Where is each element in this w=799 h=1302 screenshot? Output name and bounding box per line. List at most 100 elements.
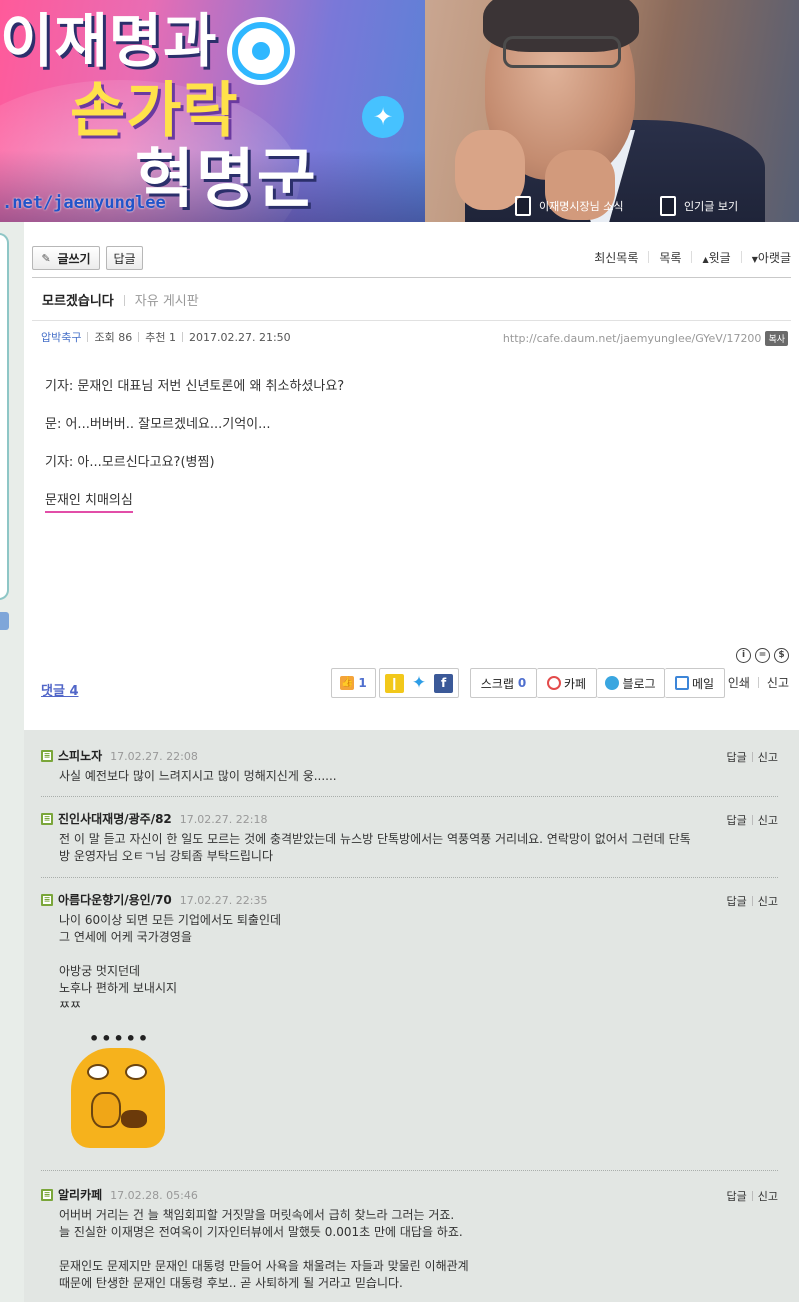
prev-post-link[interactable]: ▲윗글 (692, 249, 740, 266)
post-line: 기자: 문재인 대표님 저번 신년토론에 왜 취소하셨나요? (45, 379, 345, 394)
member-level-icon: ≡ (41, 813, 53, 825)
comment-report-link[interactable]: 신고 (758, 749, 778, 765)
comment-reply-link[interactable]: 답글 (727, 749, 747, 765)
comment-report-link[interactable]: 신고 (758, 812, 778, 828)
share-bar: 👍 1 ❙ ✦ f 스크랩 0 카페 블로그 메일 (331, 668, 725, 698)
facebook-icon[interactable]: f (434, 673, 454, 693)
cafe-icon (546, 676, 561, 690)
comment-body: 나이 60이상 되면 모든 기업에서도 퇴출인데 그 연세에 어케 국가경영을 … (59, 912, 778, 1148)
member-level-icon: ≡ (41, 894, 53, 906)
non-commercial-icon: $ (774, 648, 789, 663)
comment-reply-link[interactable]: 답글 (727, 812, 747, 828)
post-highlight-line: 문재인 치매의심 (45, 491, 133, 513)
share-blog-button[interactable]: 블로그 (597, 668, 665, 698)
book-icon (515, 196, 531, 216)
next-post-link[interactable]: ▼아랫글 (742, 249, 791, 266)
license-icons: i = $ (736, 648, 789, 663)
banner-link-popular[interactable]: 인기글 보기 (660, 196, 738, 216)
no-derivatives-icon: = (755, 648, 770, 663)
sidebar-panel-edge (0, 233, 9, 600)
report-link[interactable]: 신고 (767, 674, 789, 691)
print-link[interactable]: 인쇄 (728, 674, 750, 691)
comment-count-link[interactable]: 댓글 4 (41, 680, 79, 699)
post-line: 기자: 아...모르신다고요?(병찜) (45, 455, 215, 470)
post-view: ✎ 글쓰기 답글 최신목록 목록 ▲윗글 ▼아랫글 모르겠습니다 자유 게시판 압… (24, 222, 799, 1302)
twitter-bird-icon: ✦ (362, 96, 404, 138)
comment-author[interactable]: 스피노자 (58, 749, 102, 763)
comment-author[interactable]: 아름다운향기/용인/70 (58, 893, 172, 907)
comment-divider (41, 877, 778, 878)
pencil-icon: ✎ (41, 251, 51, 265)
comment-item: ≡ 알리카페 17.02.28. 05:46 답글 신고 어버버 거리는 건 늘 책… (41, 1186, 778, 1292)
book-icon (660, 196, 676, 216)
reply-button[interactable]: 답글 (106, 246, 143, 270)
comment-item: ≡ 진인사대재명/광주/82 17.02.27. 22:18 답글 신고 전 이 말… (41, 810, 778, 865)
recommend-count: 추천 1 (145, 331, 176, 344)
comment-author[interactable]: 알리카페 (58, 1188, 102, 1202)
post-datetime: 2017.02.27. 21:50 (188, 331, 291, 344)
banner-url: .net/jaemyunglee (2, 193, 166, 213)
twitter-icon[interactable]: ✦ (409, 673, 429, 693)
comment-date: 17.02.28. 05:46 (110, 1189, 198, 1202)
comment-divider (41, 796, 778, 797)
comment-item: ≡ 스피노자 17.02.27. 22:08 답글 신고 사실 예전보다 많이 느려… (41, 747, 778, 785)
comment-reply-link[interactable]: 답글 (727, 893, 747, 909)
comment-date: 17.02.27. 22:08 (110, 750, 198, 763)
post-url: http://cafe.daum.net/jaemyunglee/GYeV/17… (502, 332, 762, 345)
comment-reply-link[interactable]: 답글 (727, 1188, 747, 1204)
post-author[interactable]: 압박축구 (41, 331, 81, 344)
write-button-label: 글쓰기 (57, 251, 91, 266)
sidebar-toggle-button[interactable] (0, 612, 9, 630)
post-title-row: 모르겠습니다 자유 게시판 (42, 290, 199, 309)
recent-list-link[interactable]: 최신목록 (584, 249, 648, 266)
list-link[interactable]: 목록 (649, 249, 691, 266)
scrap-label: 스크랩 (480, 676, 514, 691)
comment-body: 어버버 거리는 건 늘 책임회피할 거짓말을 머릿속에서 급히 찾느라 그러는 … (59, 1208, 469, 1290)
comment-date: 17.02.27. 22:35 (179, 894, 268, 907)
post-navigation: 최신목록 목록 ▲윗글 ▼아랫글 (584, 249, 791, 266)
banner-link-popular-label: 인기글 보기 (684, 200, 739, 213)
scrap-button[interactable]: 스크랩 0 (470, 668, 537, 698)
blog-icon (605, 676, 620, 690)
comment-list: ≡ 스피노자 17.02.27. 22:08 답글 신고 사실 예전보다 많이 느려… (24, 730, 799, 1302)
scrap-count: 0 (517, 676, 527, 690)
emoticon-sticker: ••••• (67, 1030, 167, 1148)
member-level-icon: ≡ (41, 1189, 53, 1201)
scrap-group: 스크랩 0 카페 블로그 메일 (470, 668, 725, 698)
banner-link-news-label: 이재명시장님 소식 (539, 200, 624, 213)
member-level-icon: ≡ (41, 750, 53, 762)
like-button[interactable]: 👍 1 (331, 668, 376, 698)
comment-report-link[interactable]: 신고 (758, 1188, 778, 1204)
target-icon (232, 22, 290, 80)
comment-divider (41, 1170, 778, 1171)
write-button[interactable]: ✎ 글쓰기 (32, 246, 100, 270)
comment-date: 17.02.27. 22:18 (179, 813, 268, 826)
comment-report-link[interactable]: 신고 (758, 893, 778, 909)
share-mail-button[interactable]: 메일 (665, 668, 725, 698)
comment-author[interactable]: 진인사대재명/광주/82 (58, 812, 172, 826)
banner-portrait-photo (425, 0, 799, 222)
post-url-row: http://cafe.daum.net/jaemyunglee/GYeV/17… (503, 331, 788, 346)
banner-link-news[interactable]: 이재명시장님 소식 (515, 196, 623, 216)
cafe-banner: 이재명과 손가락 혁명군 ✦ .net/jaemyunglee 이재명시장님 소… (0, 0, 799, 222)
share-cafe-button[interactable]: 카페 (537, 668, 597, 698)
comment-body: 전 이 말 듣고 자신이 한 일도 모르는 것에 충격받았는데 뉴스방 단톡방에… (59, 832, 691, 863)
post-toolbar: ✎ 글쓰기 답글 최신목록 목록 ▲윗글 ▼아랫글 (32, 246, 791, 278)
comment-item: ≡ 아름다운향기/용인/70 17.02.27. 22:35 답글 신고 나이 60… (41, 891, 778, 1148)
sns-share-group: ❙ ✦ f (379, 668, 459, 698)
board-name[interactable]: 자유 게시판 (135, 294, 199, 309)
comment-body: 사실 예전보다 많이 느려지시고 많이 멍해지신게 웅...... (59, 769, 337, 783)
post-line: 문: 어...버버버.. 잘모르겠네요...기억이... (45, 417, 271, 432)
kakaostory-icon[interactable]: ❙ (384, 673, 404, 693)
post-title: 모르겠습니다 (42, 294, 114, 309)
attribution-icon: i (736, 648, 751, 663)
toolbar-divider (32, 277, 791, 278)
post-extra-actions: 인쇄 신고 (728, 674, 789, 691)
post-body: 기자: 문재인 대표님 저번 신년토론에 왜 취소하셨나요? 문: 어...버버… (45, 377, 345, 513)
mail-icon (674, 676, 689, 690)
view-count: 조회 86 (94, 331, 133, 344)
copy-url-button[interactable]: 복사 (765, 331, 788, 346)
title-divider (32, 320, 791, 321)
like-count: 1 (358, 676, 367, 690)
post-meta: 압박축구 조회 86 추천 1 2017.02.27. 21:50 (41, 329, 291, 345)
